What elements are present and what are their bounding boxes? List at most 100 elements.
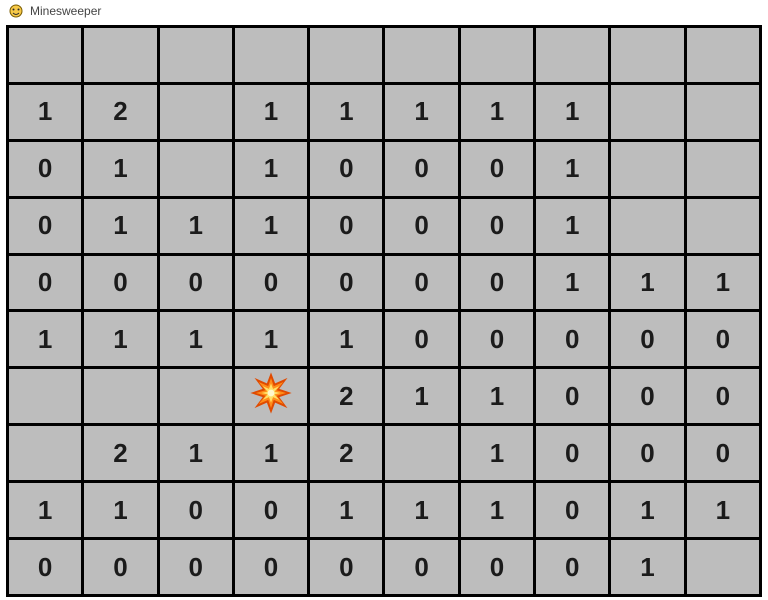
board-cell[interactable]: 0	[309, 254, 384, 311]
board-cell[interactable]: 1	[158, 425, 233, 482]
board-cell[interactable]: 0	[384, 197, 459, 254]
board-cell[interactable]: 1	[535, 140, 610, 197]
board-cell[interactable]: 0	[158, 482, 233, 539]
board-cell[interactable]	[158, 27, 233, 84]
board-cell[interactable]: 1	[384, 83, 459, 140]
board-cell[interactable]	[158, 83, 233, 140]
board-cell[interactable]	[233, 368, 308, 425]
board-cell[interactable]: 2	[83, 83, 158, 140]
board-cell[interactable]: 1	[309, 83, 384, 140]
board-cell[interactable]: 1	[233, 197, 308, 254]
board-cell[interactable]: 0	[610, 368, 685, 425]
board-cell[interactable]: 0	[233, 539, 308, 596]
board-cell[interactable]: 2	[83, 425, 158, 482]
board-cell[interactable]: 0	[8, 197, 83, 254]
board-cell[interactable]: 0	[459, 140, 534, 197]
board-cell[interactable]: 0	[309, 140, 384, 197]
board-cell[interactable]: 0	[384, 539, 459, 596]
board-cell[interactable]: 1	[459, 425, 534, 482]
board-cell[interactable]: 1	[83, 140, 158, 197]
board-cell[interactable]: 0	[233, 254, 308, 311]
board-cell[interactable]: 1	[158, 197, 233, 254]
board-cell[interactable]: 1	[309, 482, 384, 539]
board-cell[interactable]: 1	[459, 482, 534, 539]
board-cell[interactable]: 0	[535, 425, 610, 482]
board-cell[interactable]: 1	[83, 311, 158, 368]
board-cell[interactable]: 0	[685, 311, 760, 368]
board-cell[interactable]: 1	[685, 254, 760, 311]
board-cell[interactable]: 0	[8, 254, 83, 311]
board-cell[interactable]	[610, 197, 685, 254]
board-cell[interactable]	[384, 27, 459, 84]
board-cell[interactable]	[233, 27, 308, 84]
board-cell[interactable]	[158, 140, 233, 197]
board-cell[interactable]: 0	[459, 254, 534, 311]
board-cell[interactable]: 0	[685, 425, 760, 482]
board-cell[interactable]: 1	[83, 197, 158, 254]
board-cell[interactable]: 1	[535, 83, 610, 140]
board-cell[interactable]: 0	[535, 482, 610, 539]
board-cell[interactable]: 0	[685, 368, 760, 425]
board-cell[interactable]: 1	[233, 140, 308, 197]
board-cell[interactable]	[8, 368, 83, 425]
board-cell[interactable]: 1	[610, 539, 685, 596]
board-cell[interactable]: 1	[309, 311, 384, 368]
board-cell[interactable]	[610, 140, 685, 197]
board-cell[interactable]: 0	[83, 254, 158, 311]
board-cell[interactable]: 0	[610, 425, 685, 482]
board-cell[interactable]: 0	[384, 254, 459, 311]
board-cell[interactable]: 1	[384, 482, 459, 539]
board-cell[interactable]	[309, 27, 384, 84]
board-cell[interactable]: 0	[158, 539, 233, 596]
board-cell[interactable]	[535, 27, 610, 84]
board-cell[interactable]: 0	[535, 311, 610, 368]
board-cell[interactable]: 1	[685, 482, 760, 539]
board-cell[interactable]: 0	[233, 482, 308, 539]
board-cell[interactable]: 0	[309, 539, 384, 596]
board-cell[interactable]: 1	[610, 254, 685, 311]
board-cell[interactable]: 0	[610, 311, 685, 368]
board-cell[interactable]: 1	[83, 482, 158, 539]
board-cell[interactable]: 1	[233, 311, 308, 368]
board-cell[interactable]: 0	[8, 539, 83, 596]
board-cell[interactable]: 0	[459, 311, 534, 368]
board-cell[interactable]	[685, 27, 760, 84]
board-cell[interactable]: 1	[535, 254, 610, 311]
board-cell[interactable]: 1	[158, 311, 233, 368]
board-cell[interactable]	[158, 368, 233, 425]
board-cell[interactable]: 0	[535, 368, 610, 425]
board-cell[interactable]: 2	[309, 368, 384, 425]
board-cell[interactable]: 0	[535, 539, 610, 596]
board-cell[interactable]: 1	[535, 197, 610, 254]
board-cell[interactable]: 1	[8, 83, 83, 140]
board-cell[interactable]: 1	[233, 425, 308, 482]
board-cell[interactable]: 1	[459, 83, 534, 140]
board-cell[interactable]: 1	[459, 368, 534, 425]
board-cell[interactable]	[83, 368, 158, 425]
board-cell[interactable]	[384, 425, 459, 482]
board-cell[interactable]	[459, 27, 534, 84]
board-cell[interactable]: 2	[309, 425, 384, 482]
board-cell[interactable]: 0	[83, 539, 158, 596]
board-cell[interactable]: 0	[158, 254, 233, 311]
board-cell[interactable]	[685, 197, 760, 254]
board-cell[interactable]: 0	[384, 311, 459, 368]
board-cell[interactable]	[685, 539, 760, 596]
board-cell[interactable]: 1	[233, 83, 308, 140]
board-cell[interactable]: 1	[8, 311, 83, 368]
board-cell[interactable]	[8, 27, 83, 84]
board-cell[interactable]: 0	[8, 140, 83, 197]
board-cell[interactable]: 1	[8, 482, 83, 539]
board-cell[interactable]	[83, 27, 158, 84]
board-cell[interactable]	[610, 83, 685, 140]
board-cell[interactable]: 0	[384, 140, 459, 197]
board-cell[interactable]	[610, 27, 685, 84]
board-cell[interactable]	[8, 425, 83, 482]
board-cell[interactable]	[685, 140, 760, 197]
board-cell[interactable]: 0	[309, 197, 384, 254]
board-cell[interactable]: 0	[459, 197, 534, 254]
board-cell[interactable]: 0	[459, 539, 534, 596]
board-cell[interactable]: 1	[384, 368, 459, 425]
board-cell[interactable]: 1	[610, 482, 685, 539]
board-cell[interactable]	[685, 83, 760, 140]
